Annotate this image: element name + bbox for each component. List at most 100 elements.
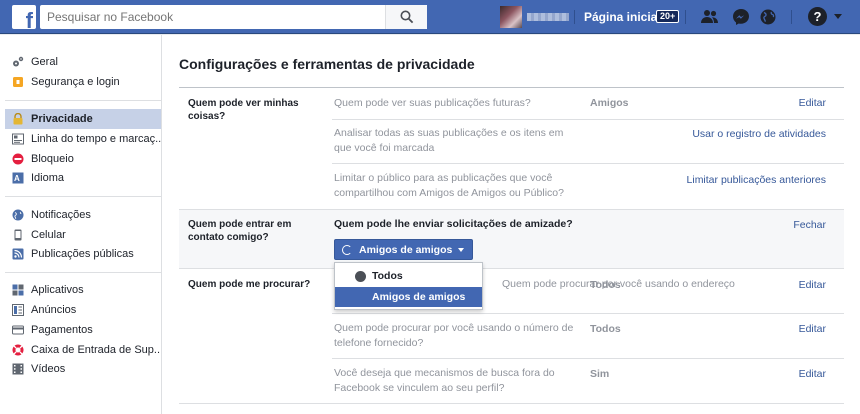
- video-icon: [12, 363, 24, 375]
- section-divider: [179, 403, 844, 404]
- sidebar-item-timeline[interactable]: Linha do tempo e marcaç...: [5, 129, 161, 149]
- home-link[interactable]: Página inicial: [584, 10, 661, 24]
- timeline-icon: [12, 133, 24, 145]
- shield-icon: [13, 77, 23, 87]
- sidebar-item-label: Anúncios: [31, 304, 77, 316]
- audience-option-label: Todos: [372, 270, 403, 282]
- limit-past-posts-link[interactable]: Limitar publicações anteriores: [687, 174, 826, 186]
- close-link[interactable]: Fechar: [793, 219, 826, 231]
- row-question: Analisar todas as suas publicações e os …: [334, 127, 564, 154]
- caret-down-icon[interactable]: [834, 14, 842, 19]
- row-value: Todos: [590, 279, 621, 291]
- sidebar-divider: [5, 100, 161, 101]
- language-icon: A: [12, 172, 24, 184]
- audience-selector-button[interactable]: Amigos de amigos: [334, 239, 473, 260]
- sidebar-item-public-posts[interactable]: Publicações públicas: [5, 244, 161, 264]
- apps-icon: [12, 284, 24, 296]
- sidebar-item-label: Segurança e login: [31, 76, 120, 88]
- section-label-who-can-contact: Quem pode entrar em contato comigo?: [188, 219, 292, 243]
- section-divider: [179, 87, 844, 88]
- sidebar-item-label: Publicações públicas: [31, 248, 134, 260]
- sidebar-item-label: Idioma: [31, 172, 65, 184]
- rss-icon: [12, 248, 24, 260]
- mobile-icon: [14, 229, 22, 241]
- sidebar-item-label: Geral: [31, 56, 58, 68]
- row-question: Você deseja que mecanismos de busca fora…: [334, 367, 555, 394]
- sidebar-item-label: Linha do tempo e marcaç...: [31, 133, 161, 145]
- sidebar-item-general[interactable]: Geral: [5, 52, 161, 72]
- row-divider: [332, 313, 844, 314]
- facebook-logo[interactable]: f: [12, 5, 36, 32]
- sidebar-item-label: Aplicativos: [31, 284, 84, 296]
- activity-log-link[interactable]: Usar o registro de atividades: [692, 128, 826, 140]
- page-title: Configurações e ferramentas de privacida…: [179, 56, 475, 72]
- payments-icon: [12, 325, 24, 335]
- lock-icon: [13, 113, 23, 125]
- sidebar-item-label: Bloqueio: [31, 153, 74, 165]
- search-button[interactable]: [385, 5, 427, 29]
- section-divider: [179, 268, 844, 269]
- sidebar-item-ads[interactable]: Anúncios: [5, 300, 161, 320]
- topbar-divider: [791, 10, 792, 24]
- sidebar-item-support-inbox[interactable]: Caixa de Entrada de Sup...: [5, 340, 161, 360]
- row-divider: [332, 119, 844, 120]
- row-question: Quem pode ver suas publicações futuras?: [334, 97, 531, 109]
- row-question: Limitar o público para as publicações qu…: [334, 172, 564, 199]
- sidebar-item-blocking[interactable]: Bloqueio: [5, 149, 161, 169]
- svg-text:A: A: [14, 174, 20, 183]
- audience-dropdown-menu: Todos Amigos de amigos: [334, 262, 483, 310]
- sidebar-item-privacy[interactable]: Privacidade: [5, 109, 161, 129]
- sidebar-item-mobile[interactable]: Celular: [5, 225, 161, 245]
- search-icon: [400, 10, 414, 24]
- sidebar-item-apps[interactable]: Aplicativos: [5, 280, 161, 300]
- sidebar-item-videos[interactable]: Vídeos: [5, 359, 161, 379]
- section-label-who-can-find: Quem pode me procurar?: [188, 279, 311, 290]
- sidebar-item-label: Notificações: [31, 209, 91, 221]
- caret-down-icon: [458, 247, 465, 252]
- sidebar-divider: [5, 272, 161, 273]
- row-divider: [332, 358, 844, 359]
- sidebar-item-label: Celular: [31, 229, 66, 241]
- globe-icon[interactable]: [759, 8, 777, 26]
- block-icon: [12, 153, 24, 165]
- sidebar-item-label: Pagamentos: [31, 324, 93, 336]
- profile-avatar[interactable]: [500, 6, 522, 28]
- row-value: Todos: [590, 323, 621, 335]
- search-bar: [40, 5, 427, 29]
- search-input[interactable]: [40, 5, 385, 29]
- settings-sidebar: Geral Segurança e login Privacidade Linh…: [0, 35, 162, 414]
- edit-link[interactable]: Editar: [799, 368, 826, 380]
- row-divider: [332, 163, 844, 164]
- profile-name[interactable]: [527, 13, 569, 21]
- sidebar-item-label: Caixa de Entrada de Sup...: [31, 344, 161, 356]
- row-question: Quem pode procurar por você usando o end…: [502, 278, 735, 290]
- sidebar-item-language[interactable]: A Idioma: [5, 168, 161, 188]
- ads-icon: [12, 304, 24, 316]
- row-value: Amigos: [590, 97, 629, 109]
- support-icon: [12, 344, 24, 356]
- edit-link[interactable]: Editar: [799, 323, 826, 335]
- edit-link[interactable]: Editar: [799, 279, 826, 291]
- topbar-divider: [685, 10, 686, 24]
- sidebar-item-security[interactable]: Segurança e login: [5, 72, 161, 92]
- audience-option-friends-of-friends[interactable]: Amigos de amigos: [335, 287, 482, 307]
- audience-option-everyone[interactable]: Todos: [335, 266, 482, 286]
- sidebar-item-payments[interactable]: Pagamentos: [5, 320, 161, 340]
- audience-selector-label: Amigos de amigos: [359, 243, 453, 256]
- home-badge: 20+: [656, 10, 680, 23]
- friends-icon[interactable]: [701, 8, 719, 26]
- sidebar-divider: [5, 196, 161, 197]
- audience-option-label: Amigos de amigos: [372, 291, 466, 303]
- section-label-who-can-see: Quem pode ver minhas coisas?: [188, 98, 299, 122]
- help-icon[interactable]: ?: [808, 7, 827, 26]
- top-navigation-bar: f Página inicial 20+ ?: [0, 0, 860, 34]
- messenger-icon[interactable]: [732, 8, 750, 26]
- privacy-settings-panel: Configurações e ferramentas de privacida…: [162, 35, 860, 414]
- expanded-question: Quem pode lhe enviar solicitações de ami…: [334, 218, 573, 230]
- sidebar-item-label: Vídeos: [31, 363, 66, 375]
- sidebar-item-notifications[interactable]: Notificações: [5, 205, 161, 225]
- row-value: Sim: [590, 368, 610, 380]
- edit-link[interactable]: Editar: [799, 97, 826, 109]
- globe-icon: [12, 209, 24, 221]
- globe-icon: [355, 270, 366, 282]
